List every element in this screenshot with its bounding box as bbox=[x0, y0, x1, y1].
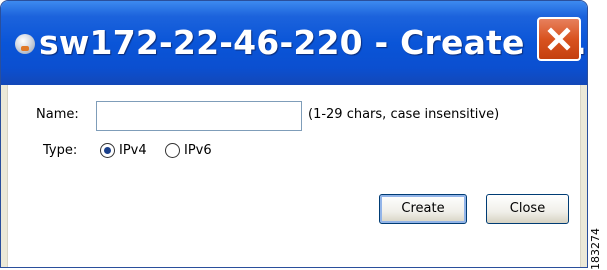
radio-ipv4-button[interactable] bbox=[100, 143, 115, 158]
window-title: sw172-22-46-220 - Create I... bbox=[39, 23, 587, 62]
name-input[interactable] bbox=[96, 101, 302, 131]
figure-id: 183274 bbox=[589, 228, 602, 270]
radio-ipv4-label: IPv4 bbox=[119, 143, 147, 158]
create-dialog-window: sw172-22-46-220 - Create I... Name: (1-2… bbox=[0, 0, 588, 268]
create-button[interactable]: Create bbox=[379, 194, 467, 224]
close-icon bbox=[547, 27, 571, 51]
radio-ipv6-button[interactable] bbox=[165, 143, 180, 158]
close-button[interactable]: Close bbox=[486, 194, 569, 224]
title-bar[interactable]: sw172-22-46-220 - Create I... bbox=[1, 1, 587, 85]
name-hint: (1-29 chars, case insensitive) bbox=[308, 107, 500, 122]
dialog-content: Name: (1-29 chars, case insensitive) Typ… bbox=[7, 85, 581, 267]
radio-ipv6-label: IPv6 bbox=[184, 143, 212, 158]
name-label: Name: bbox=[36, 107, 79, 122]
window-close-button[interactable] bbox=[537, 17, 581, 61]
type-label: Type: bbox=[43, 143, 78, 158]
app-globe-icon bbox=[15, 34, 35, 54]
